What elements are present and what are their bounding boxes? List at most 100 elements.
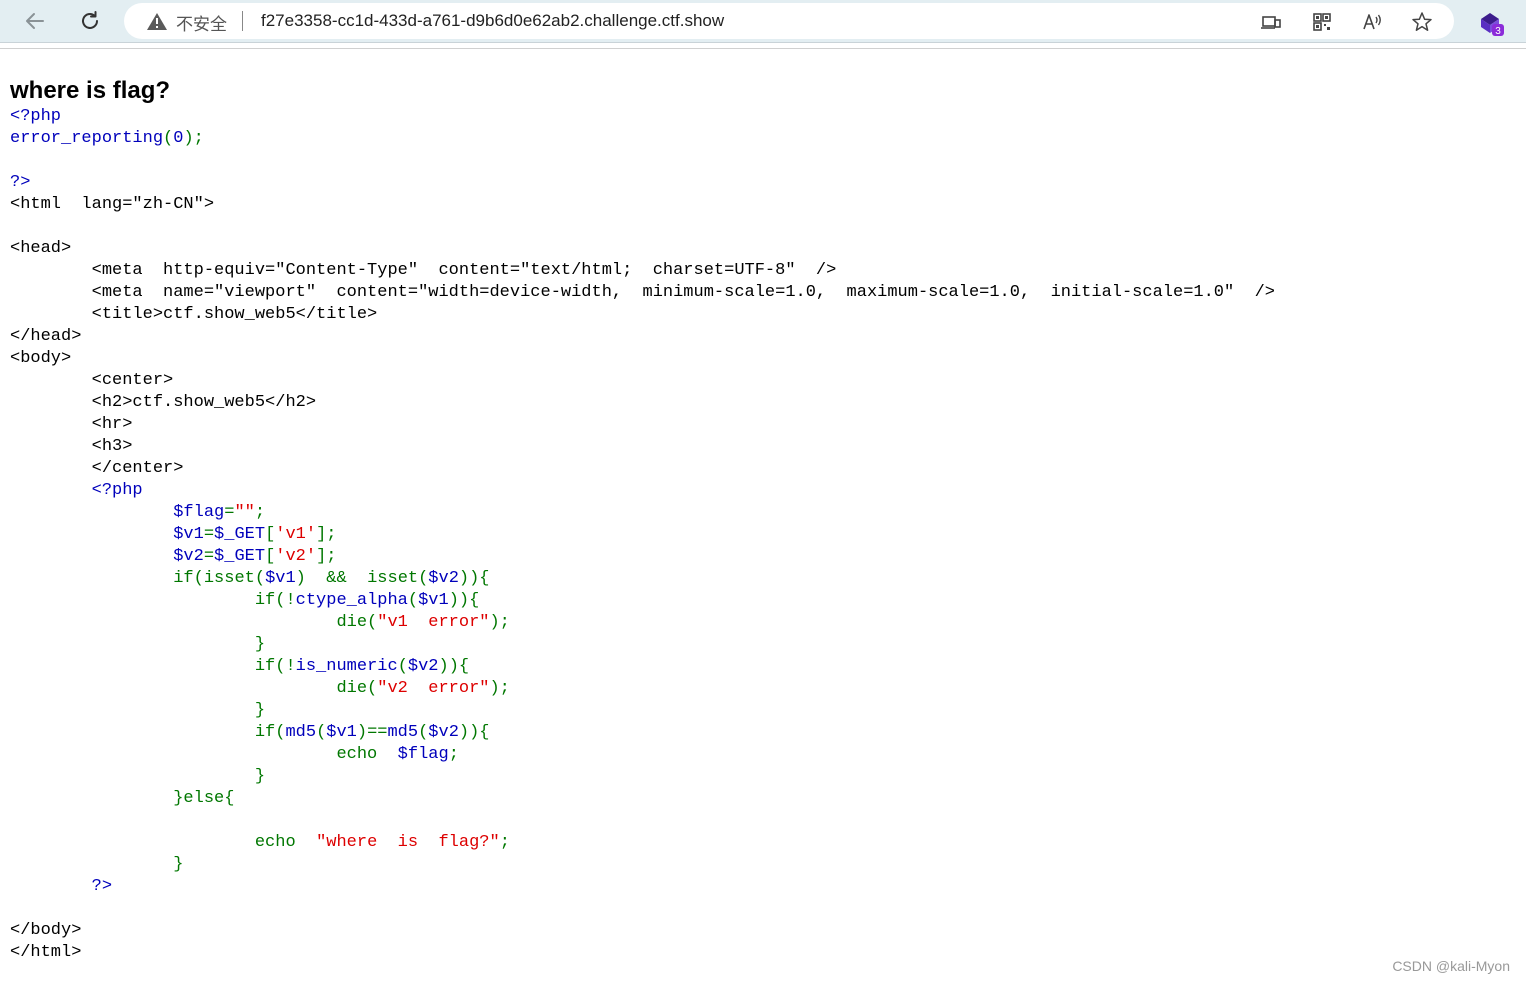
code-token: ( [397, 657, 408, 676]
warning-icon[interactable] [146, 11, 168, 31]
code-line: <?php [10, 106, 1510, 128]
code-line: <h2>ctf.show_web5</h2> [10, 392, 1510, 414]
code-token: <h3> [10, 437, 133, 456]
code-token: ); [489, 679, 510, 698]
code-line: die("v2 error"); [10, 678, 1510, 700]
code-token: )){ [458, 723, 490, 742]
extension-icon[interactable]: 3 [1478, 9, 1506, 37]
code-token: <?php [10, 107, 62, 126]
code-token: ) && isset( [295, 569, 429, 588]
code-token: if( [254, 723, 286, 742]
code-token: 'v2' [275, 547, 317, 566]
qr-code-icon[interactable] [1311, 11, 1333, 33]
security-label[interactable]: 不安全 [176, 10, 227, 35]
code-token: error_reporting [10, 129, 164, 148]
code-line: } [10, 854, 1510, 876]
code-token: "v1 error" [377, 613, 490, 632]
code-token: }else{ [173, 789, 235, 808]
code-token: )){ [448, 591, 480, 610]
code-line: echo "where is flag?"; [10, 832, 1510, 854]
code-token: $_GET [214, 547, 266, 566]
code-line: error_reporting(0); [10, 128, 1510, 150]
code-line: if(md5($v1)==md5($v2)){ [10, 722, 1510, 744]
read-aloud-icon[interactable] [1361, 11, 1383, 33]
code-token: $v1 [173, 525, 204, 544]
code-line: </body> [10, 920, 1510, 942]
code-token: die( [336, 613, 378, 632]
browser-toolbar: 不安全 f27e3358-cc1d-433d-a761-d9b6d0e62ab2… [0, 0, 1526, 43]
code-token: <?php [91, 481, 143, 500]
code-token: } [173, 855, 184, 874]
back-arrow-icon [26, 13, 44, 29]
code-token: } [254, 767, 266, 786]
app-available-icon[interactable] [1260, 11, 1282, 33]
address-separator [242, 11, 243, 31]
code-token: echo [336, 745, 398, 764]
code-token: $v2 [173, 547, 204, 566]
code-token: <title>ctf.show_web5</title> [10, 305, 378, 324]
code-token: = [203, 547, 215, 566]
code-token: echo [254, 833, 317, 852]
code-token: <head> [10, 239, 72, 258]
code-token: <hr> [10, 415, 133, 434]
address-bar[interactable]: 不安全 f27e3358-cc1d-433d-a761-d9b6d0e62ab2… [124, 3, 1454, 39]
code-line: $v2=$_GET['v2']; [10, 546, 1510, 568]
code-token: die( [336, 679, 378, 698]
code-token: $v1 [418, 591, 449, 610]
code-line: <body> [10, 348, 1510, 370]
reload-button[interactable] [75, 6, 105, 36]
page-heading: where is flag? [10, 77, 171, 104]
url-text[interactable]: f27e3358-cc1d-433d-a761-d9b6d0e62ab2.cha… [261, 11, 724, 31]
code-token: md5 [285, 723, 317, 742]
code-line: ?> [10, 876, 1510, 898]
code-token: $v1 [265, 569, 296, 588]
code-token: ( [316, 723, 327, 742]
code-token: ; [448, 745, 459, 764]
back-button[interactable] [20, 6, 50, 36]
code-line: } [10, 634, 1510, 656]
code-token: <center> [10, 371, 174, 390]
code-line: <center> [10, 370, 1510, 392]
code-token: } [254, 701, 266, 720]
code-token: = [224, 503, 235, 522]
code-token: ); [489, 613, 510, 632]
code-line: </center> [10, 458, 1510, 480]
code-token: $v2 [428, 569, 459, 588]
code-line: <title>ctf.show_web5</title> [10, 304, 1510, 326]
star-icon[interactable] [1411, 11, 1433, 33]
code-line: $v1=$_GET['v1']; [10, 524, 1510, 546]
code-token: <body> [10, 349, 72, 368]
code-token: [ [265, 547, 276, 566]
code-token: $v2 [407, 657, 439, 676]
code-token: <h2>ctf.show_web5</h2> [10, 393, 317, 412]
code-token: )){ [458, 569, 490, 588]
code-token: ); [183, 129, 204, 148]
code-token: "v2 error" [377, 679, 490, 698]
code-line: }else{ [10, 788, 1510, 810]
code-token: <meta http-equiv="Content-Type" content=… [10, 261, 837, 280]
code-token: "where is flag?" [316, 833, 500, 852]
code-token: ( [407, 591, 419, 610]
code-token: ; [254, 503, 266, 522]
code-line: <head> [10, 238, 1510, 260]
code-line: echo $flag; [10, 744, 1510, 766]
code-line: if(!is_numeric($v2)){ [10, 656, 1510, 678]
php-source-code: <?php error_reporting(0); ?> <html lang="zh… [10, 106, 1510, 964]
code-line: </head> [10, 326, 1510, 348]
code-line: <h3> [10, 436, 1510, 458]
code-line: <hr> [10, 414, 1510, 436]
